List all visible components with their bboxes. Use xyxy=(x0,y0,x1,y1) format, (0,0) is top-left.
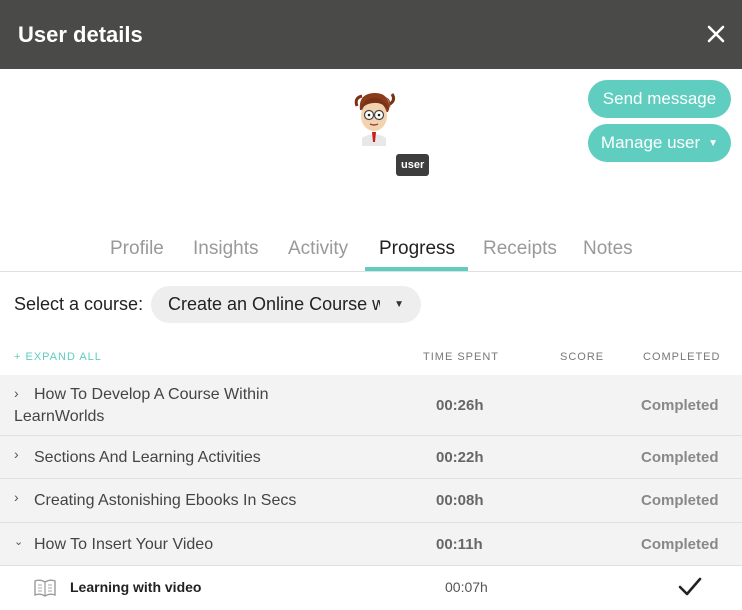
tab-progress[interactable]: Progress xyxy=(379,238,455,260)
section-title: How To Develop A Course Within LearnWorl… xyxy=(14,386,269,425)
role-badge: user xyxy=(396,154,430,176)
checkmark-icon xyxy=(678,576,702,598)
time-spent: 00:11h xyxy=(436,536,483,553)
table-row[interactable]: › How To Develop A Course Within LearnWo… xyxy=(0,375,742,436)
modal-header: User details xyxy=(0,0,742,69)
tab-notes[interactable]: Notes xyxy=(583,238,633,260)
activity-title: Learning with video xyxy=(70,579,202,595)
expand-all-button[interactable]: + EXPAND ALL xyxy=(14,351,102,363)
column-header-score: SCORE xyxy=(560,351,605,363)
tab-bar: Profile Insights Activity Progress Recei… xyxy=(0,226,742,272)
tab-receipts[interactable]: Receipts xyxy=(483,238,557,260)
send-message-label: Send message xyxy=(602,89,717,108)
avatar xyxy=(348,88,400,146)
time-spent: 00:26h xyxy=(436,397,484,414)
section-title: How To Insert Your Video xyxy=(34,536,214,553)
column-header-time-spent: TIME SPENT xyxy=(423,351,500,363)
time-spent: 00:08h xyxy=(436,492,484,509)
activity-row[interactable]: Learning with video 00:07h xyxy=(0,566,742,610)
course-select-label: Select a course: xyxy=(14,294,144,314)
section-title: Sections And Learning Activities xyxy=(34,449,261,466)
table-row[interactable]: ⌄ How To Insert Your Video 00:11h Comple… xyxy=(0,523,742,566)
tab-profile[interactable]: Profile xyxy=(110,238,164,260)
tab-insights[interactable]: Insights xyxy=(193,238,258,260)
table-row[interactable]: › Creating Astonishing Ebooks In Secs 00… xyxy=(0,479,742,523)
caret-down-icon: ▼ xyxy=(708,137,719,149)
column-header-completed: COMPLETED xyxy=(643,351,721,363)
completion-status: Completed xyxy=(641,536,719,553)
caret-down-icon: ▼ xyxy=(394,299,404,310)
time-spent: 00:22h xyxy=(436,449,484,466)
manage-user-button[interactable]: Manage user ▼ xyxy=(588,124,731,162)
completion-status: Completed xyxy=(641,492,719,509)
course-select-value: Create an Online Course w xyxy=(168,294,380,314)
completion-status: Completed xyxy=(641,449,719,466)
course-select-dropdown[interactable]: Create an Online Course w ▼ xyxy=(151,286,421,323)
table-row[interactable]: › Sections And Learning Activities 00:22… xyxy=(0,436,742,479)
completion-status: Completed xyxy=(641,397,719,414)
active-tab-indicator xyxy=(365,267,468,271)
ebook-icon xyxy=(34,578,56,598)
close-icon[interactable] xyxy=(704,22,728,46)
modal-title: User details xyxy=(18,22,143,47)
manage-user-label: Manage user xyxy=(600,133,701,152)
tab-activity[interactable]: Activity xyxy=(288,238,348,260)
activity-time-spent: 00:07h xyxy=(445,579,488,595)
send-message-button[interactable]: Send message xyxy=(588,80,731,118)
section-title: Creating Astonishing Ebooks In Secs xyxy=(34,492,297,509)
